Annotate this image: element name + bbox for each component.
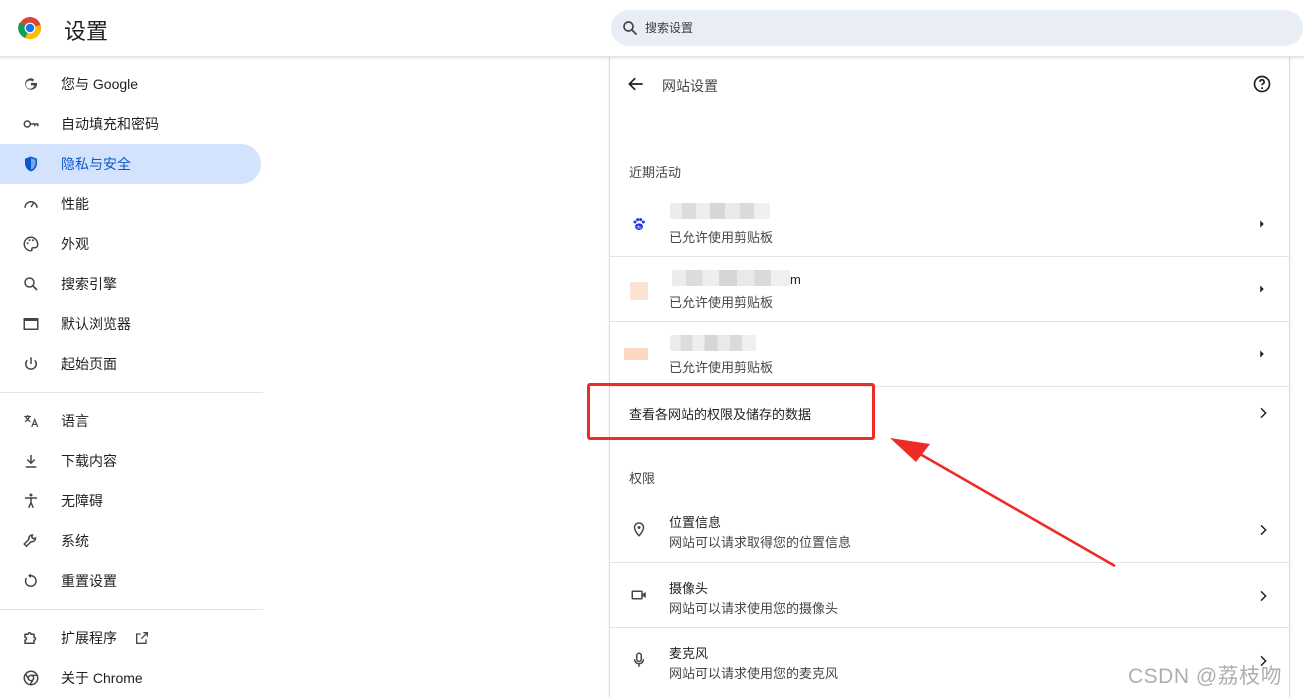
- site-permission-status: 已允许使用剪贴板: [669, 295, 774, 310]
- help-icon[interactable]: [1252, 74, 1272, 94]
- sidebar-item-label: 自动填充和密码: [61, 116, 159, 132]
- sidebar-item-label: 隐私与安全: [61, 156, 131, 172]
- translate-icon: [22, 412, 40, 430]
- recent-activity-heading: 近期活动: [629, 165, 682, 180]
- sidebar-item-accessibility[interactable]: 无障碍: [0, 481, 261, 521]
- sidebar-item-label: 起始页面: [61, 356, 117, 372]
- camera-icon: [630, 586, 648, 604]
- download-icon: [22, 452, 40, 470]
- site-favicon: [624, 348, 648, 360]
- site-name-suffix: m: [790, 272, 801, 287]
- search-box[interactable]: [611, 10, 1303, 46]
- chevron-right-icon: [1260, 524, 1267, 536]
- sidebar-item-extensions[interactable]: 扩展程序: [0, 618, 261, 658]
- speedometer-icon: [22, 195, 40, 213]
- sidebar-item-label: 默认浏览器: [61, 316, 131, 332]
- chevron-right-icon: [1260, 285, 1264, 293]
- browser-window-icon: [22, 315, 40, 333]
- search-input[interactable]: [645, 10, 1285, 46]
- chrome-logo-icon: [18, 17, 41, 40]
- sidebar-item-startup[interactable]: 起始页面: [0, 344, 261, 384]
- sidebar-item-reset[interactable]: 重置设置: [0, 561, 261, 601]
- shield-icon: [22, 155, 40, 173]
- power-icon: [22, 355, 40, 373]
- search-icon: [22, 275, 40, 293]
- sidebar-item-label: 搜索引擎: [61, 276, 117, 292]
- key-icon: [22, 115, 40, 133]
- sidebar-item-languages[interactable]: 语言: [0, 401, 261, 441]
- sidebar-item-label: 语言: [61, 413, 89, 429]
- palette-icon: [22, 235, 40, 253]
- sidebar-divider: [0, 609, 263, 610]
- sidebar-item-privacy[interactable]: 隐私与安全: [0, 144, 261, 184]
- permission-description: 网站可以请求取得您的位置信息: [669, 535, 852, 550]
- sidebar-item-label: 系统: [61, 533, 89, 549]
- sidebar-item-default-browser[interactable]: 默认浏览器: [0, 304, 261, 344]
- sidebar-item-label: 重置设置: [61, 573, 117, 589]
- sidebar-item-label: 无障碍: [61, 493, 103, 509]
- chrome-icon: [22, 669, 40, 687]
- sidebar-item-label: 性能: [61, 196, 89, 212]
- baidu-paw-icon: du: [630, 215, 648, 233]
- page-title: 设置: [64, 19, 109, 44]
- sidebar-item-label: 下载内容: [61, 453, 117, 469]
- highlight-annotation-box: [587, 383, 875, 440]
- permission-title: 位置信息: [669, 515, 722, 530]
- sidebar-item-downloads[interactable]: 下载内容: [0, 441, 261, 481]
- permission-row-camera[interactable]: 摄像头 网站可以请求使用您的摄像头: [610, 562, 1289, 627]
- top-bar: 设置: [0, 0, 1304, 57]
- location-pin-icon: [630, 520, 648, 538]
- recent-site-row[interactable]: 已允许使用剪贴板: [610, 321, 1289, 386]
- search-icon: [623, 21, 637, 35]
- sidebar-item-appearance[interactable]: 外观: [0, 224, 261, 264]
- permission-description: 网站可以请求使用您的摄像头: [669, 601, 839, 616]
- recent-site-row[interactable]: m 已允许使用剪贴板: [610, 256, 1289, 321]
- blurred-site-name: [672, 270, 790, 286]
- permission-title: 麦克风: [669, 646, 709, 661]
- blurred-site-name: [670, 203, 770, 219]
- sidebar-divider: [0, 392, 263, 393]
- back-arrow-icon[interactable]: [626, 74, 646, 94]
- site-settings-card: 网站设置 近期活动 du 已允许使用剪贴板 m 已允许使用剪贴板 已允许使用剪贴…: [609, 57, 1290, 697]
- chevron-right-icon: [1260, 220, 1264, 228]
- annotation-arrow: [890, 438, 1116, 568]
- sidebar-item-you-and-google[interactable]: 您与 Google: [0, 64, 261, 104]
- microphone-icon: [630, 651, 648, 669]
- site-favicon: [630, 282, 648, 300]
- sidebar-item-label: 关于 Chrome: [61, 670, 143, 686]
- sidebar-item-about-chrome[interactable]: 关于 Chrome: [0, 658, 261, 697]
- reset-icon: [22, 572, 40, 590]
- sidebar-item-label: 您与 Google: [61, 76, 139, 92]
- wrench-icon: [22, 532, 40, 550]
- chevron-right-icon: [1260, 590, 1267, 602]
- sidebar-item-label: 外观: [61, 236, 89, 252]
- blurred-site-name: [670, 335, 756, 351]
- recent-site-row[interactable]: du 已允许使用剪贴板: [610, 192, 1289, 257]
- accessibility-icon: [22, 492, 40, 510]
- sidebar-item-label: 扩展程序: [61, 630, 117, 646]
- site-permission-status: 已允许使用剪贴板: [669, 360, 774, 375]
- sidebar-item-search-engine[interactable]: 搜索引擎: [0, 264, 261, 304]
- external-link-icon: [136, 632, 148, 644]
- sidebar-item-system[interactable]: 系统: [0, 521, 261, 561]
- site-permission-status: 已允许使用剪贴板: [669, 230, 774, 245]
- chevron-right-icon: [1260, 407, 1267, 419]
- puzzle-icon: [22, 629, 40, 647]
- chevron-right-icon: [1260, 350, 1264, 358]
- permissions-heading: 权限: [629, 471, 656, 486]
- permission-description: 网站可以请求使用您的麦克风: [669, 666, 839, 681]
- sidebar-item-autofill[interactable]: 自动填充和密码: [0, 104, 261, 144]
- permission-title: 摄像头: [669, 581, 709, 596]
- sidebar: 您与 Google 自动填充和密码 隐私与安全 性能 外观 搜索引擎 默认浏览器…: [0, 58, 263, 697]
- google-g-icon: [22, 75, 40, 93]
- watermark: CSDN @荔枝吻: [1128, 665, 1283, 688]
- sidebar-item-performance[interactable]: 性能: [0, 184, 261, 224]
- svg-text:du: du: [636, 224, 642, 229]
- card-title: 网站设置: [662, 78, 718, 94]
